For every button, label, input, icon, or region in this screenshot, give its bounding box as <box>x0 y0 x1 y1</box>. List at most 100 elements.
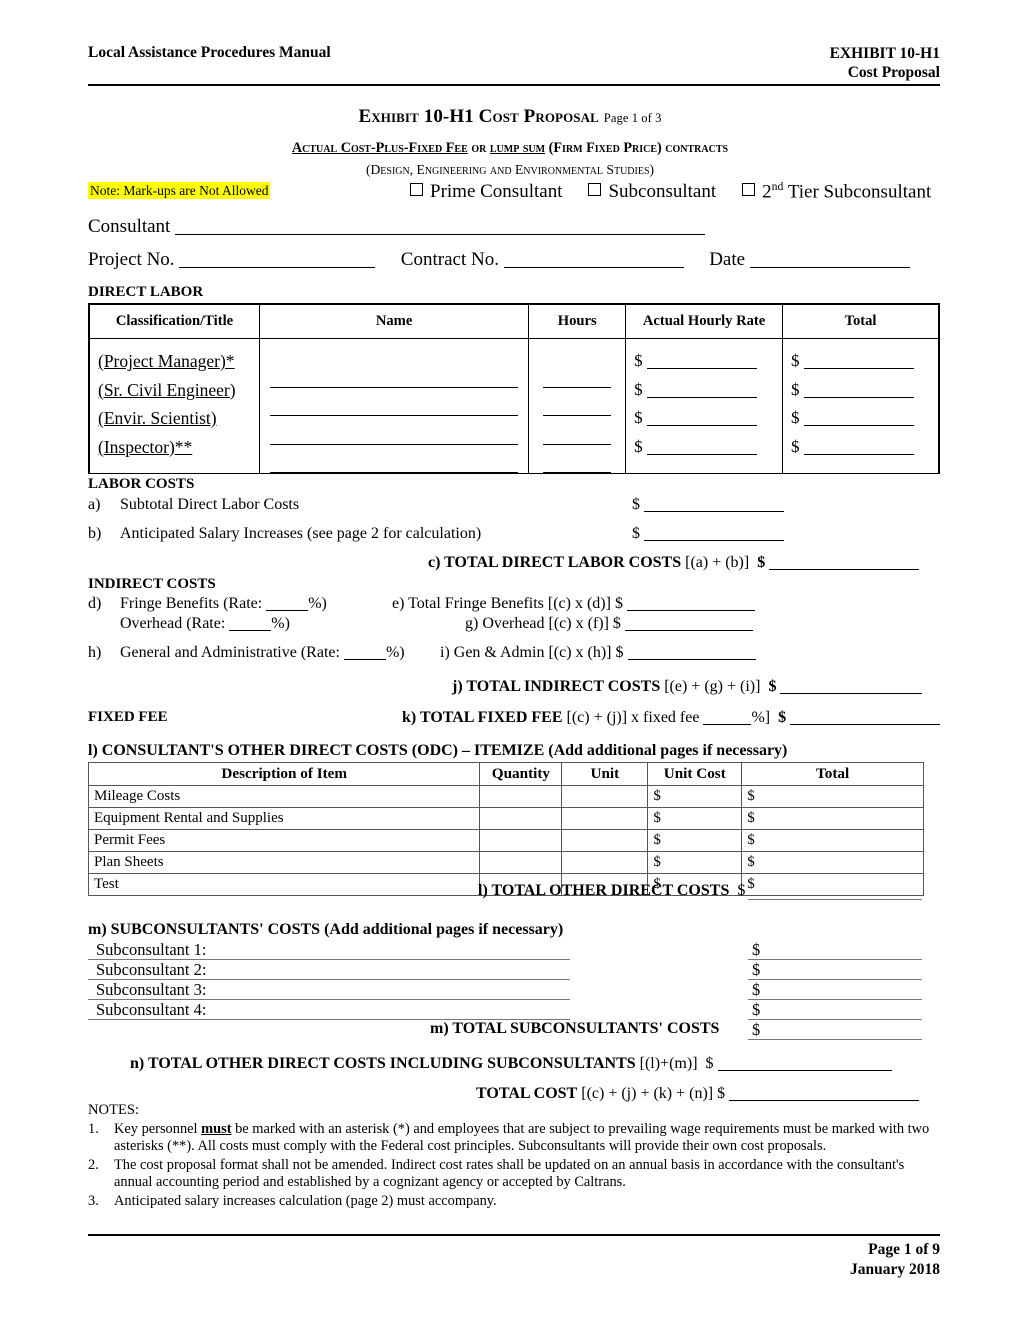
odc-unit-3[interactable] <box>561 851 649 874</box>
odc-quantity-1[interactable] <box>479 807 563 830</box>
contract-no-input[interactable] <box>503 267 684 268</box>
checkbox-icon[interactable] <box>588 183 602 197</box>
total-fixed-fee-row: k) TOTAL FIXED FEE [(c) + (j)] x fixed f… <box>402 709 941 727</box>
hours-input-3[interactable] <box>543 445 612 473</box>
odc-unit-0[interactable] <box>561 785 649 808</box>
cell-rate-list: $ $ $ $ <box>625 338 784 473</box>
odc-description-0: Mileage Costs <box>87 785 481 808</box>
gen-admin-rate-input[interactable] <box>343 659 386 660</box>
contract-no-label: Contract No. <box>400 249 499 270</box>
odc-quantity-3[interactable] <box>479 851 563 874</box>
total-input-0[interactable] <box>803 368 914 369</box>
rate-input-2[interactable] <box>646 425 757 426</box>
total-input-3[interactable] <box>803 453 914 455</box>
fixed-fee-rate-input[interactable] <box>703 724 752 725</box>
total-indirect-input[interactable] <box>780 693 923 694</box>
odc-total-4[interactable]: $ <box>741 873 924 896</box>
total-fringe-benefits-row: e) Total Fringe Benefits [(c) x (d)] $ <box>392 595 755 613</box>
labor-b-input[interactable] <box>644 540 784 541</box>
fixed-fee-formula-2: %] <box>751 709 771 726</box>
overhead-total-input[interactable] <box>624 630 753 631</box>
checkbox-subconsultant[interactable]: Subconsultant <box>588 181 716 203</box>
project-no-input[interactable] <box>179 267 376 268</box>
running-header-right: EXHIBIT 10-H1 Cost Proposal <box>830 44 940 83</box>
table-row: Equipment Rental and Supplies $ $ <box>87 807 924 830</box>
rate-input-3[interactable] <box>646 453 757 455</box>
total-fixed-fee-input[interactable] <box>790 724 941 725</box>
gen-admin-row: h) General and Administrative (Rate: %) <box>88 644 405 662</box>
rate-dollar-1: $ <box>634 379 643 399</box>
odc-total-underline[interactable] <box>748 899 922 900</box>
total-odc-subs-label: n) TOTAL OTHER DIRECT COSTS INCLUDING SU… <box>130 1055 636 1072</box>
cell-name-list <box>258 338 530 473</box>
contract-type-subtitle: Actual Cost-Plus-Fixed Fee or lump sum (… <box>0 140 1020 157</box>
overhead-rate-input[interactable] <box>229 630 272 631</box>
note-number-2: 2. <box>88 1156 99 1173</box>
checkbox-prime-consultant[interactable]: Prime Consultant <box>410 181 562 203</box>
total-odc-subs-formula: [(l)+(m)] <box>635 1055 698 1072</box>
subconsultant-amount-0[interactable] <box>748 959 922 960</box>
fringe-rate-input[interactable] <box>266 610 309 611</box>
consultant-input[interactable] <box>175 234 706 235</box>
odc-quantity-2[interactable] <box>479 829 563 852</box>
checkbox-second-tier-subconsultant[interactable]: 2nd Tier Subconsultant <box>742 180 931 203</box>
odc-heading: l) CONSULTANT'S OTHER DIRECT COSTS (ODC)… <box>88 742 788 759</box>
odc-unit-cost-1[interactable]: $ <box>647 807 743 830</box>
overhead-label: Overhead (Rate: <box>120 615 226 632</box>
odc-description-3: Plan Sheets <box>87 851 481 874</box>
labor-a-input[interactable] <box>644 511 784 512</box>
total-subconsultants-amount[interactable] <box>748 1039 922 1040</box>
date-input[interactable] <box>749 267 910 268</box>
markup-note: Note: Mark-ups are Not Allowed <box>88 182 271 199</box>
note-and-type-row: Note: Mark-ups are Not Allowed Prime Con… <box>88 180 940 208</box>
labor-costs-heading: LABOR COSTS <box>88 476 195 492</box>
odc-unit-cost-0[interactable]: $ <box>647 785 743 808</box>
second-tier-sup: nd <box>771 180 784 193</box>
total-cost-input[interactable] <box>729 1100 920 1101</box>
odc-col-description: Description of Item <box>87 762 481 786</box>
subconsultant-amount-3[interactable] <box>748 1019 922 1020</box>
odc-total-3[interactable]: $ <box>741 851 924 874</box>
note-item-1: 1. Key personnel must be marked with an a… <box>88 1121 940 1156</box>
odc-unit-1[interactable] <box>561 807 649 830</box>
odc-unit-cost-3[interactable]: $ <box>647 851 743 874</box>
total-input-1[interactable] <box>803 396 914 398</box>
hours-input-0[interactable] <box>543 359 612 388</box>
table-body-row: (Project Manager)* (Sr. Civil Engineer) … <box>89 338 939 473</box>
odc-total-0[interactable]: $ <box>741 785 924 808</box>
odc-quantity-0[interactable] <box>479 785 563 808</box>
odc-total-2[interactable]: $ <box>741 829 924 852</box>
gen-admin-total-input[interactable] <box>627 659 756 660</box>
page-title-main: Exhibit 10-H1 Cost Proposal <box>358 106 599 127</box>
name-input-2[interactable] <box>269 416 519 445</box>
odc-unit-2[interactable] <box>561 829 649 852</box>
odc-unit-cost-2[interactable]: $ <box>647 829 743 852</box>
name-input-0[interactable] <box>269 359 519 388</box>
subtitle-firm-fixed: (Firm Fixed Price) contracts <box>545 140 729 156</box>
subconsultant-amount-1[interactable] <box>748 979 922 980</box>
name-input-1[interactable] <box>269 388 519 416</box>
rate-input-1[interactable] <box>646 396 757 398</box>
checkbox-icon[interactable] <box>742 183 756 197</box>
total-cost-formula: [(c) + (j) + (k) + (n)] $ <box>577 1085 726 1102</box>
odc-col-quantity: Quantity <box>479 762 563 786</box>
hours-input-1[interactable] <box>543 388 612 416</box>
total-fringe-input[interactable] <box>626 610 755 611</box>
classification-2: (Envir. Scientist) <box>98 408 217 428</box>
checkbox-icon[interactable] <box>410 183 423 197</box>
name-input-3[interactable] <box>269 445 519 473</box>
total-odc-subs-input[interactable] <box>717 1070 892 1071</box>
total-direct-labor-input[interactable] <box>769 569 920 570</box>
subconsultant-amount-2[interactable] <box>748 999 922 1000</box>
exhibit-subtitle: Cost Proposal <box>847 64 940 82</box>
subconsultant-label-1: Subconsultant 2: <box>96 960 207 979</box>
rate-input-0[interactable] <box>646 368 757 369</box>
hours-input-2[interactable] <box>543 416 612 445</box>
total-row-3: $ <box>783 433 938 462</box>
gen-admin-total-label: i) Gen & Admin [(c) x (h)] <box>440 644 612 661</box>
odc-total-1[interactable]: $ <box>741 807 924 830</box>
total-input-2[interactable] <box>803 425 914 426</box>
total-direct-labor-label: c) TOTAL DIRECT LABOR COSTS <box>428 554 682 571</box>
total-direct-labor-row: c) TOTAL DIRECT LABOR COSTS [(a) + (b)] … <box>428 554 920 572</box>
total-subconsultants-label: m) TOTAL SUBCONSULTANTS' COSTS <box>430 1020 720 1037</box>
